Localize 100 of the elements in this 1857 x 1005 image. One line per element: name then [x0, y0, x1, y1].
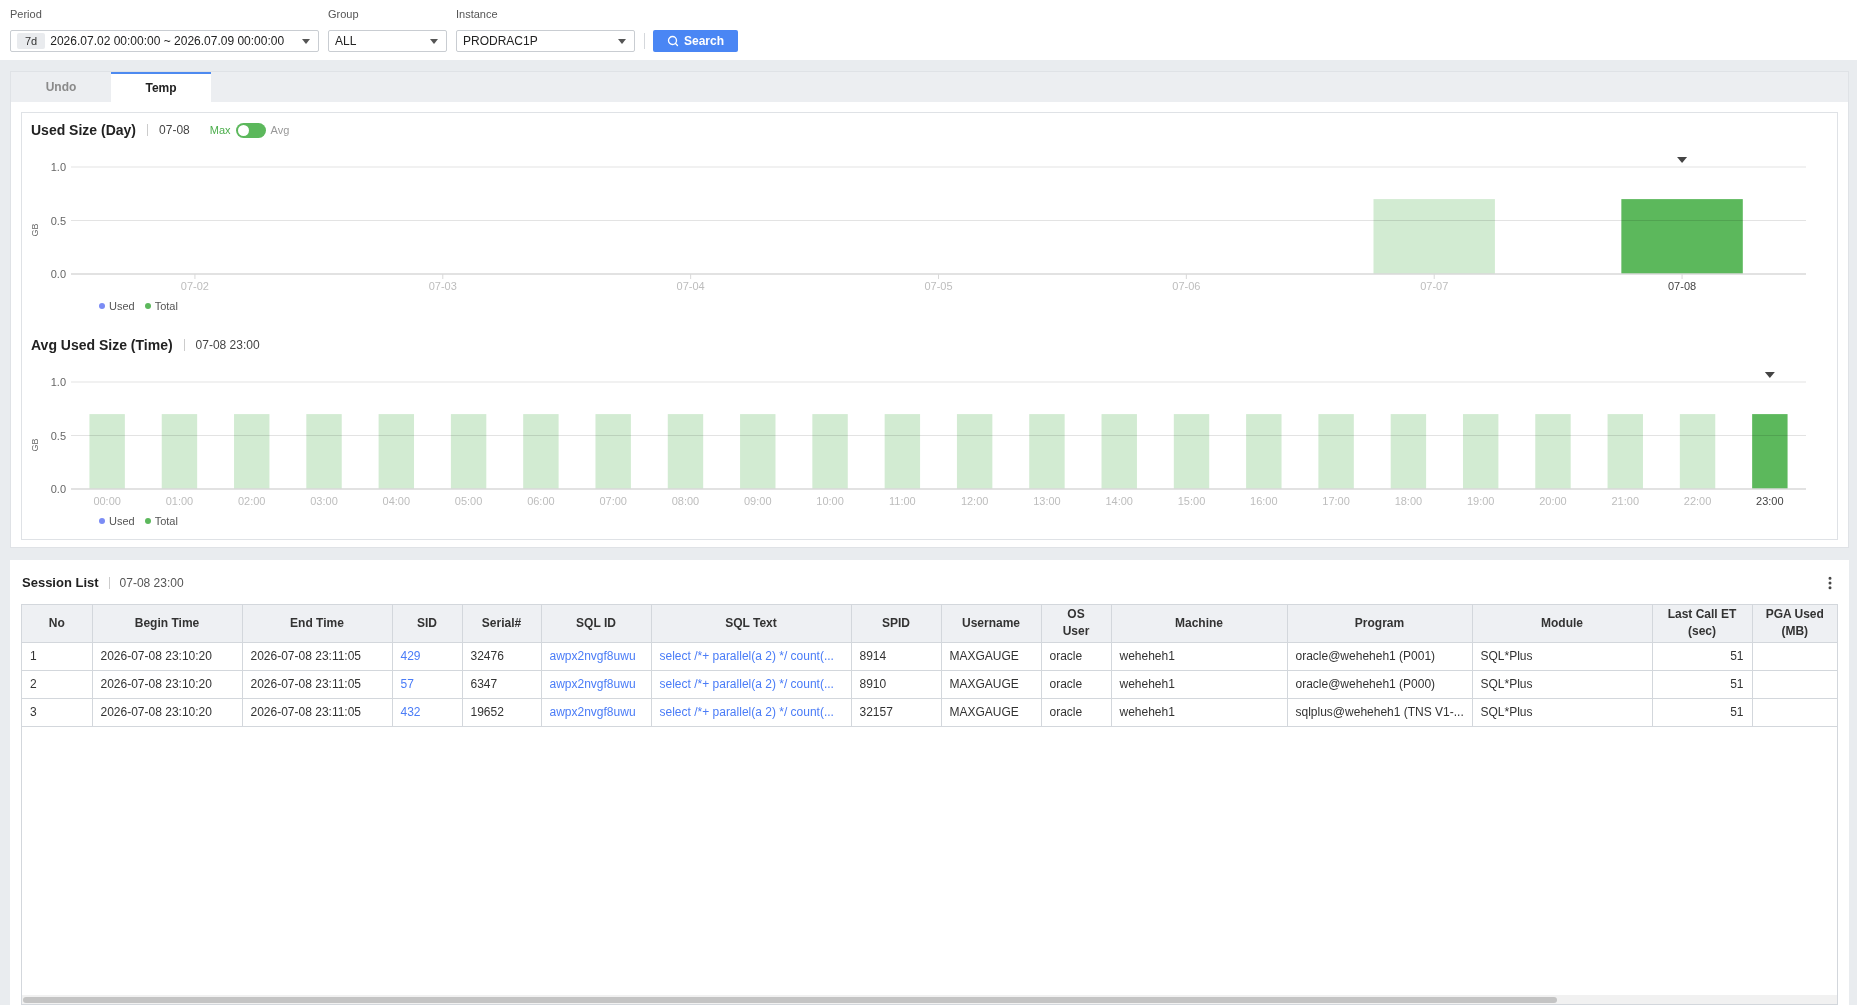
column-header: SQL Text — [651, 605, 851, 642]
x-axis-label: 07-07 — [1420, 280, 1449, 292]
table-cell: 2026-07-08 23:11:05 — [242, 642, 392, 670]
table-cell: oracle — [1041, 698, 1111, 726]
table-cell: 8914 — [851, 642, 941, 670]
column-header: OS User — [1041, 605, 1111, 642]
bar[interactable] — [812, 414, 848, 489]
toggle-option-label[interactable]: Avg — [270, 121, 290, 139]
caret-down-icon — [430, 38, 438, 44]
table-link[interactable]: 432 — [400, 705, 421, 719]
legend-label[interactable]: Used — [109, 297, 135, 315]
legend-label[interactable]: Used — [109, 512, 135, 530]
table-cell: 2026-07-08 23:11:05 — [242, 670, 392, 698]
field-label: Group — [328, 7, 360, 21]
table-cell: 51 — [1652, 642, 1752, 670]
bar[interactable] — [89, 414, 125, 489]
toggle-option-label[interactable]: Max — [209, 121, 231, 139]
x-axis-label: 15:00 — [1177, 495, 1206, 507]
column-header: End Time — [242, 605, 392, 642]
bar[interactable] — [1373, 199, 1495, 274]
x-axis-label: 01:00 — [165, 495, 194, 507]
toggle-switch[interactable] — [235, 122, 266, 138]
x-axis-label: 07-06 — [1172, 280, 1201, 292]
bar[interactable] — [523, 414, 559, 489]
section-title: Session List — [22, 574, 99, 593]
table-cell: 19652 — [462, 698, 541, 726]
table-link[interactable]: select /*+ parallel(a 2) */ count(... — [659, 677, 834, 691]
x-axis-label: 16:00 — [1250, 495, 1278, 507]
bar[interactable] — [1607, 414, 1643, 489]
table-cell: oracle@weheheh1 (P000) — [1287, 670, 1472, 698]
table-link[interactable]: select /*+ parallel(a 2) */ count(... — [659, 649, 834, 663]
column-header: SQL ID — [541, 605, 651, 642]
table-cell: weheheh1 — [1111, 698, 1287, 726]
chart-subtitle: 07-08 — [159, 122, 190, 139]
table-link[interactable]: awpx2nvgf8uwu — [549, 677, 636, 691]
table-cell: sqlplus@weheheh1 (TNS V1-... — [1287, 698, 1472, 726]
table-cell: oracle@weheheh1 (P001) — [1287, 642, 1472, 670]
table-link[interactable]: select /*+ parallel(a 2) */ count(... — [659, 705, 834, 719]
table-link[interactable]: awpx2nvgf8uwu — [549, 649, 636, 663]
search-button[interactable]: Search — [653, 30, 738, 52]
x-axis-label: 07-02 — [180, 280, 209, 292]
x-axis-label: 19:00 — [1466, 495, 1495, 507]
table-cell: 32476 — [462, 642, 541, 670]
bar[interactable] — [884, 414, 921, 489]
bar[interactable] — [740, 414, 776, 489]
chart-title: Avg Used Size (Time) — [31, 335, 173, 355]
bar[interactable] — [1318, 414, 1354, 489]
table-cell: SQL*Plus — [1472, 642, 1652, 670]
x-axis-label: 11:00 — [889, 495, 916, 507]
tab[interactable]: Undo — [11, 72, 111, 102]
bar[interactable] — [667, 414, 704, 489]
bar[interactable] — [1621, 199, 1743, 274]
scrollbar-thumb[interactable] — [23, 996, 1557, 1003]
x-axis-label: 04:00 — [382, 495, 411, 507]
legend-label[interactable]: Total — [154, 297, 178, 315]
bar[interactable] — [234, 414, 270, 489]
x-axis-label: 02:00 — [237, 495, 266, 507]
bar[interactable] — [1246, 414, 1282, 489]
table-cell: MAXGAUGE — [941, 642, 1041, 670]
bar[interactable] — [595, 414, 631, 489]
bar[interactable] — [956, 414, 993, 489]
bar[interactable] — [306, 414, 342, 489]
table-cell: 6347 — [462, 670, 541, 698]
bar[interactable] — [1173, 414, 1210, 489]
instance-select[interactable]: PRODRAC1P — [456, 30, 635, 52]
table-cell: weheheh1 — [1111, 642, 1287, 670]
caret-down-icon — [618, 38, 626, 44]
x-axis-label: 07:00 — [599, 495, 627, 507]
period-select[interactable]: 7d 2026.07.02 00:00:00 ~ 2026.07.09 00:00:00 — [10, 30, 319, 52]
bar[interactable] — [1101, 414, 1137, 489]
column-header: Serial# — [462, 605, 541, 642]
bar[interactable] — [1463, 414, 1499, 489]
section-subtitle: 07-08 23:00 — [119, 575, 184, 592]
bar[interactable] — [1029, 414, 1065, 489]
legend-label[interactable]: Total — [154, 512, 178, 530]
table-link[interactable]: awpx2nvgf8uwu — [549, 705, 636, 719]
bar[interactable] — [1679, 414, 1716, 489]
x-axis-label: 23:00 — [1756, 495, 1784, 507]
bar[interactable] — [378, 414, 414, 489]
table-cell: oracle — [1041, 670, 1111, 698]
table-cell: 2026-07-08 23:10:20 — [92, 698, 242, 726]
bar[interactable] — [1390, 414, 1427, 489]
table-cell: SQL*Plus — [1472, 670, 1652, 698]
field-label: Instance — [456, 7, 499, 21]
bar[interactable] — [450, 414, 487, 489]
y-axis-title: GB — [30, 223, 40, 237]
table-link[interactable]: 57 — [400, 677, 414, 691]
y-axis-label: 0.0 — [50, 483, 66, 495]
column-header: SPID — [851, 605, 941, 642]
tab[interactable]: Temp — [111, 72, 211, 102]
scrollbar-track[interactable] — [22, 995, 1837, 1004]
column-header: Last Call ET (sec) — [1652, 605, 1752, 642]
table-cell: 3 — [22, 698, 92, 726]
table-link[interactable]: 429 — [400, 649, 421, 663]
x-axis-label: 17:00 — [1322, 495, 1350, 507]
bar[interactable] — [161, 414, 198, 489]
column-header: Program — [1287, 605, 1472, 642]
bar[interactable] — [1752, 414, 1788, 489]
group-select[interactable]: ALL — [328, 30, 447, 52]
bar[interactable] — [1535, 414, 1571, 489]
